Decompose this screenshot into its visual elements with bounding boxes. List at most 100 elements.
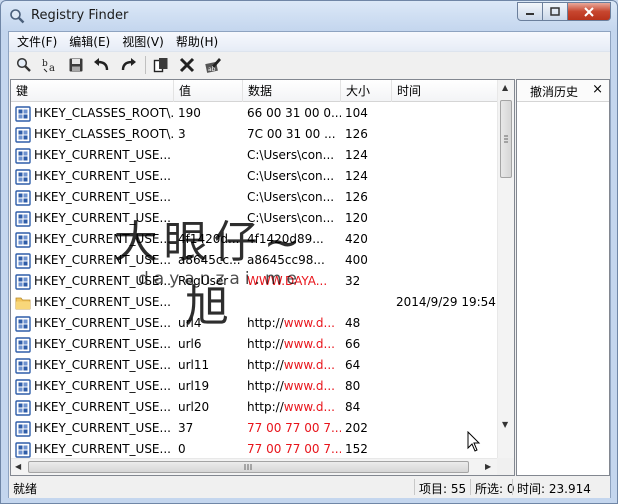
table-row[interactable]: HKEY_CURRENT_USE... 2014/9/29 19:54:... [11, 292, 498, 313]
save-button[interactable] [64, 54, 88, 76]
undo-button[interactable] [90, 54, 114, 76]
cell-data: C:\Users\con... [247, 190, 335, 204]
status-divider [470, 479, 471, 495]
url-host: www.d... [283, 337, 335, 351]
cell-key-text: HKEY_CURRENT_USE... [34, 190, 171, 204]
svg-text:a: a [49, 63, 55, 73]
column-header-time[interactable]: 时间 [392, 80, 498, 102]
table-row[interactable]: HKEY_CURRENT_USE... url6 http://www.d... 66 [11, 334, 498, 355]
close-button[interactable] [568, 2, 611, 21]
registry-value-icon [15, 420, 31, 437]
cell-key-text: HKEY_CURRENT_USE... [34, 211, 171, 225]
cell-value: url11 [178, 358, 210, 372]
cell-data: 4f1420d89... [247, 232, 324, 246]
table-row[interactable]: HKEY_CURRENT_USE... C:\Users\con... 120 [11, 208, 498, 229]
cell-key: HKEY_CURRENT_USE... [11, 334, 174, 355]
registry-value-icon [15, 105, 31, 122]
table-row[interactable]: HKEY_CURRENT_USE... 37 77 00 77 00 7... 202 [11, 418, 498, 439]
cell-time [392, 418, 498, 439]
client-area: 文件(F) 编辑(E) 视图(V) 帮助(H) b a ab 键 值 数据 大小… [8, 31, 611, 498]
scroll-right-arrow-icon[interactable]: ▶ [485, 462, 491, 471]
toolbar-separator [145, 56, 146, 74]
menu-file[interactable]: 文件(F) [11, 33, 63, 51]
table-row[interactable]: HKEY_CURRENT_USE... url19 http://www.d... 8… [11, 376, 498, 397]
cell-key: HKEY_CURRENT_USE... [11, 355, 174, 376]
horizontal-scrollbar[interactable]: ◀ ▶ [11, 458, 498, 475]
table-row[interactable]: HKEY_CURRENT_USE... C:\Users\con... 124 [11, 166, 498, 187]
cell-value: a8645cc... [178, 253, 241, 267]
column-header-size[interactable]: 大小 [341, 80, 392, 102]
cell-key-text: HKEY_CURRENT_USE... [34, 421, 171, 435]
search-button[interactable] [12, 54, 36, 76]
column-header-value[interactable]: 值 [174, 80, 243, 102]
column-header-data[interactable]: 数据 [243, 80, 341, 102]
table-row[interactable]: HKEY_CLASSES_ROOT\... 3 7C 00 31 00 ... 126 [11, 124, 498, 145]
cell-time [392, 124, 498, 145]
cell-key: HKEY_CURRENT_USE... [11, 376, 174, 397]
replace-button[interactable]: b a [38, 54, 62, 76]
table-row[interactable]: HKEY_CLASSES_ROOT\... 190 66 00 31 00 0...… [11, 103, 498, 124]
table-row[interactable]: HKEY_CURRENT_USE... 4f1420d... 4f1420d89..… [11, 229, 498, 250]
copy-button[interactable] [149, 54, 173, 76]
cell-key: HKEY_CURRENT_USE... [11, 418, 174, 439]
cell-key: HKEY_CURRENT_USE... [11, 250, 174, 271]
minimize-icon [526, 12, 534, 15]
status-divider [512, 479, 513, 495]
vertical-scrollbar[interactable]: ▲ ▼ [497, 80, 514, 458]
window-title: Registry Finder [31, 8, 129, 23]
cell-value: url6 [178, 337, 202, 351]
table-row[interactable]: HKEY_CURRENT_USE... C:\Users\con... 126 [11, 187, 498, 208]
table-row[interactable]: HKEY_CURRENT_USE... C:\Users\con... 124 [11, 145, 498, 166]
history-close-icon[interactable]: × [592, 82, 603, 97]
results-list[interactable]: 键 值 数据 大小 时间 HKEY_CLASSES_ROOT\... 190 66 … [10, 79, 515, 476]
table-row[interactable]: HKEY_CURRENT_USE... url4 http://www.d... 48 [11, 313, 498, 334]
cell-value [174, 166, 243, 187]
cell-time [392, 145, 498, 166]
svg-text:b: b [42, 59, 48, 69]
column-header-key[interactable]: 键 [11, 80, 174, 102]
cell-size: 202 [345, 421, 368, 435]
cell-size: 152 [345, 442, 368, 456]
menu-help[interactable]: 帮助(H) [170, 33, 224, 51]
maximize-button[interactable] [543, 2, 568, 21]
table-row[interactable]: HKEY_CURRENT_USE... 0 77 00 77 00 7... 152 [11, 439, 498, 458]
cell-size: 400 [345, 253, 368, 267]
grip-icon [504, 135, 508, 143]
table-row[interactable]: HKEY_CURRENT_USE... a8645cc... a8645cc98..… [11, 250, 498, 271]
delete-button[interactable] [175, 54, 199, 76]
vertical-scroll-thumb[interactable] [500, 100, 512, 178]
cell-key-text: HKEY_CURRENT_USE... [34, 169, 171, 183]
scroll-down-arrow-icon[interactable]: ▼ [502, 420, 508, 429]
horizontal-scroll-thumb[interactable] [28, 461, 469, 473]
cell-size: 124 [345, 169, 368, 183]
cell-data: 7C 00 31 00 ... [247, 127, 336, 141]
url-scheme: http:// [247, 358, 284, 372]
menu-view[interactable]: 视图(V) [116, 33, 170, 51]
url-scheme: http:// [247, 400, 284, 414]
svg-text:ab: ab [208, 66, 216, 73]
status-divider [414, 479, 415, 495]
cell-time [392, 376, 498, 397]
cell-time [392, 187, 498, 208]
table-row[interactable]: HKEY_CURRENT_USE... url11 http://www.d... 6… [11, 355, 498, 376]
title-bar[interactable]: Registry Finder [1, 1, 617, 31]
registry-value-icon [15, 273, 31, 290]
table-row[interactable]: HKEY_CURRENT_USE... url20 http://www.d... 8… [11, 397, 498, 418]
cell-time [392, 250, 498, 271]
cell-data: 77 00 77 00 7... [247, 442, 341, 456]
redo-button[interactable] [116, 54, 140, 76]
cell-key-text: HKEY_CURRENT_USE... [34, 274, 171, 288]
rename-button[interactable]: ab [201, 54, 225, 76]
undo-icon [94, 58, 109, 71]
minimize-button[interactable] [517, 2, 543, 21]
search-icon [16, 57, 31, 72]
save-icon [69, 58, 83, 72]
close-icon [584, 6, 594, 17]
cell-key-text: HKEY_CURRENT_USE... [34, 442, 171, 456]
scroll-left-arrow-icon[interactable]: ◀ [15, 462, 21, 471]
cell-value: 0 [178, 442, 186, 456]
scroll-up-arrow-icon[interactable]: ▲ [502, 83, 508, 92]
table-row[interactable]: HKEY_CURRENT_USE... RegUser WWW.DAYA... 32 [11, 271, 498, 292]
menu-edit[interactable]: 编辑(E) [63, 33, 116, 51]
url-host: www.d... [283, 379, 335, 393]
